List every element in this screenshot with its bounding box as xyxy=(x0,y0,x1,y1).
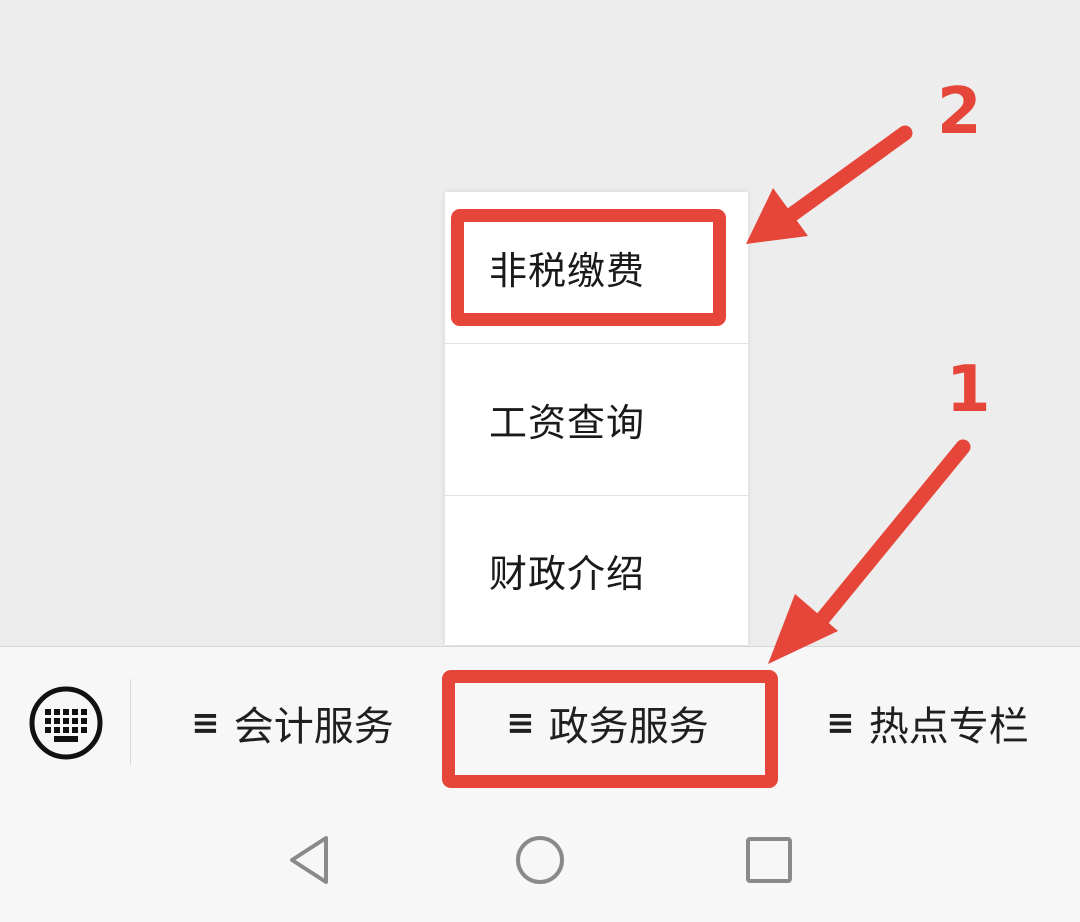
menu-tab-label: 会计服务 xyxy=(233,704,394,750)
nav-recent-apps-button[interactable] xyxy=(741,832,797,888)
screen: 非税缴费 工资查询 财政介绍 ≡ 会计服务 ≡ 政务服务 ≡ 热点专栏 1 2 xyxy=(0,0,1080,922)
menu-list-icon: ≡ xyxy=(191,703,220,743)
menu-tab-label: 热点专栏 xyxy=(868,704,1029,750)
system-nav-bar xyxy=(0,798,1080,922)
annotation-step-label-2: 2 xyxy=(937,75,982,149)
keyboard-toggle-button[interactable] xyxy=(28,685,104,761)
annotation-step-label-1: 1 xyxy=(946,353,991,427)
menu-bar-divider xyxy=(130,679,131,765)
nav-home-button[interactable] xyxy=(512,832,568,888)
menu-tab-hot-topics[interactable]: ≡ 热点专栏 xyxy=(790,677,1065,769)
annotation-highlight-box-2 xyxy=(451,209,726,326)
menu-list-icon: ≡ xyxy=(826,703,855,743)
back-triangle-icon xyxy=(290,836,328,884)
keyboard-icon xyxy=(29,686,103,760)
menu-tab-accounting-services[interactable]: ≡ 会计服务 xyxy=(150,677,435,769)
annotation-highlight-box-1 xyxy=(442,670,778,788)
nav-back-button[interactable] xyxy=(282,832,338,888)
submenu-item-label: 财政介绍 xyxy=(489,552,646,596)
recent-square-icon xyxy=(746,837,792,883)
submenu-item-finance-intro[interactable]: 财政介绍 xyxy=(445,496,748,645)
submenu-item-salary-query[interactable]: 工资查询 xyxy=(445,344,748,494)
submenu-item-label: 工资查询 xyxy=(489,400,646,445)
home-circle-icon xyxy=(516,836,564,884)
